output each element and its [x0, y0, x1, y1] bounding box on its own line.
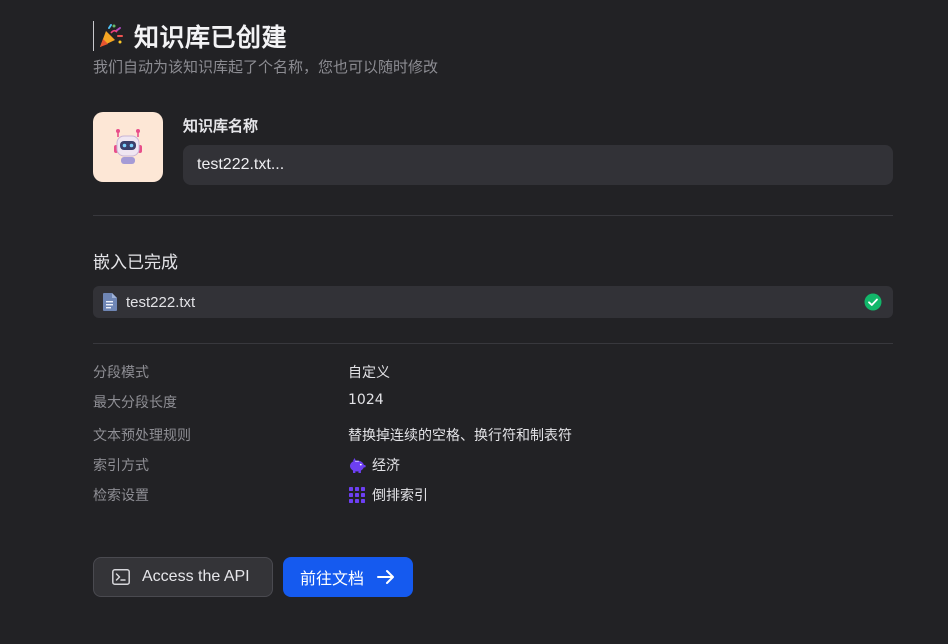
party-popper-icon [100, 24, 123, 47]
divider [93, 215, 893, 216]
detail-value: 经济 [348, 455, 400, 475]
detail-row-max-segment-length: 最大分段长度 1024 [93, 392, 893, 414]
robot-icon [114, 129, 142, 164]
file-name: test222.txt [126, 293, 196, 311]
page-subtitle: 我们自动为该知识库起了个名称，您也可以随时修改 [93, 58, 439, 76]
detail-value: 倒排索引 [348, 485, 428, 505]
detail-row-index-method: 索引方式 经济 [93, 455, 893, 477]
title-row: 知识库已创建 [93, 18, 287, 54]
detail-label: 分段模式 [93, 365, 149, 381]
detail-row-retrieval-settings: 检索设置 倒排索引 [93, 485, 893, 507]
file-list-item[interactable]: test222.txt [93, 286, 893, 318]
detail-label: 索引方式 [93, 458, 149, 474]
knowledge-base-avatar[interactable] [93, 112, 163, 182]
terminal-icon [112, 569, 130, 585]
detail-value-text: 1024 [348, 392, 384, 408]
detail-label: 最大分段长度 [93, 395, 177, 411]
access-api-button[interactable]: Access the API [93, 557, 273, 597]
document-icon [103, 293, 117, 311]
knowledge-base-name-input[interactable] [183, 145, 893, 185]
detail-value: 替换掉连续的空格、换行符和制表符 [348, 425, 572, 445]
arrow-right-icon [377, 570, 395, 584]
detail-value: 1024 [348, 392, 384, 408]
detail-row-preprocess-rules: 文本预处理规则 替换掉连续的空格、换行符和制表符 [93, 425, 893, 447]
page-title: 知识库已创建 [134, 23, 288, 52]
go-to-docs-button[interactable]: 前往文档 [283, 557, 413, 597]
check-circle-icon [864, 293, 882, 311]
detail-label: 文本预处理规则 [93, 428, 191, 444]
detail-value-text: 倒排索引 [372, 488, 428, 504]
divider [93, 343, 893, 344]
detail-label: 检索设置 [93, 488, 149, 504]
piggy-bank-icon [350, 458, 366, 473]
detail-value-text: 自定义 [348, 365, 390, 381]
knowledge-base-name-label: 知识库名称 [183, 117, 259, 135]
access-api-label: Access the API [142, 568, 250, 585]
embedding-status-title: 嵌入已完成 [93, 253, 178, 273]
detail-row-segment-mode: 分段模式 自定义 [93, 362, 893, 384]
go-to-docs-label: 前往文档 [300, 571, 365, 588]
detail-value-text: 替换掉连续的空格、换行符和制表符 [348, 428, 572, 444]
text-cursor [93, 21, 94, 51]
detail-value: 自定义 [348, 362, 390, 382]
knowledge-base-name-row: 知识库名称 [93, 112, 893, 186]
grid-icon [349, 487, 365, 503]
detail-value-text: 经济 [372, 458, 400, 474]
